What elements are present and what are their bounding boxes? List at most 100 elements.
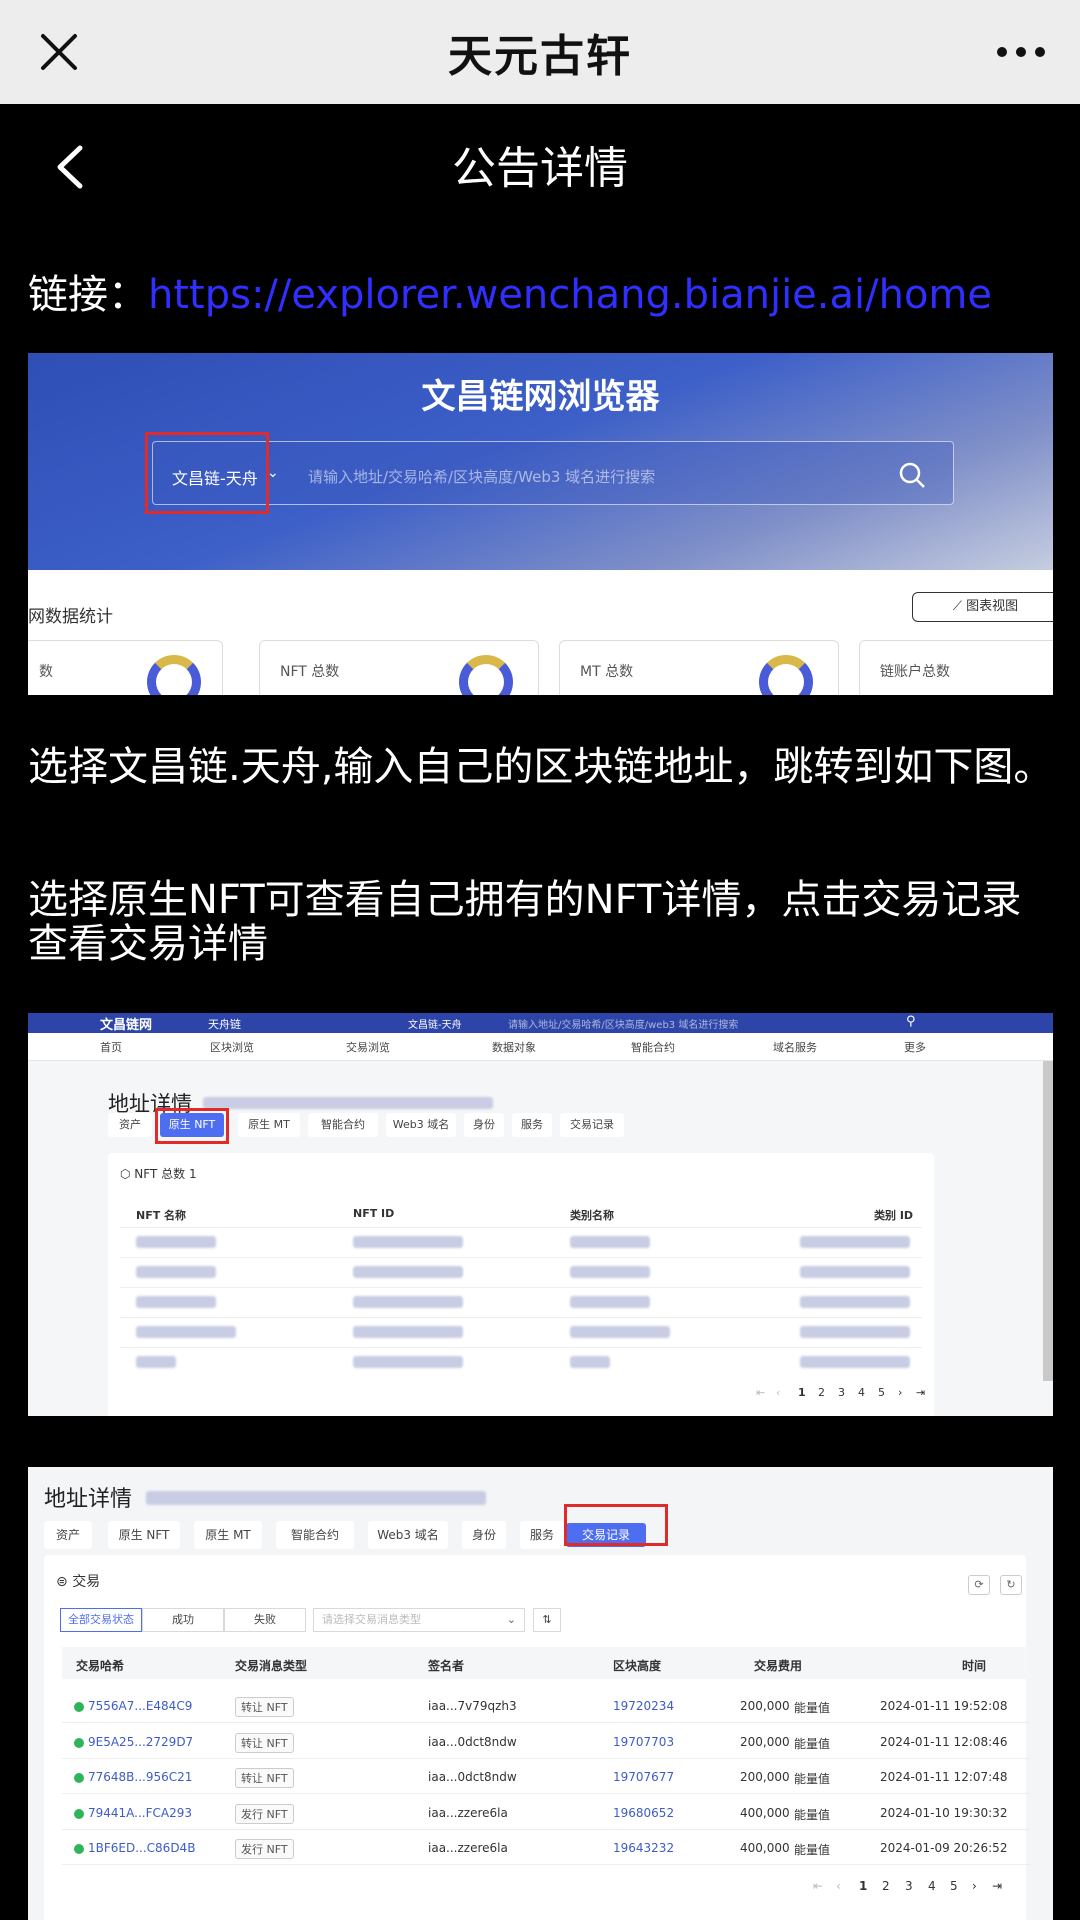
table-row[interactable]: 7556A7...E484C9 转让 NFT iaa...7v79qzh3 19720… (62, 1689, 1030, 1723)
filter-failed[interactable]: 失败 (224, 1608, 306, 1632)
pager-next-icon[interactable]: › (972, 1879, 977, 1893)
filter-settings-icon[interactable]: ⇅ (533, 1608, 561, 1632)
pager-first-icon[interactable]: ⇤ (756, 1386, 765, 1399)
success-icon (74, 1737, 84, 1748)
tab-identity[interactable]: 身份 (462, 1521, 506, 1549)
pager-last-icon[interactable]: ⇥ (992, 1879, 1002, 1893)
stat-card: NFT 总数 (259, 640, 539, 695)
tx-signer[interactable]: iaa...zzere6la (428, 1841, 508, 1855)
tab-web3-domain[interactable]: Web3 域名 (386, 1113, 456, 1137)
tab-service[interactable]: 服务 (520, 1521, 564, 1549)
pager-page[interactable]: 4 (858, 1386, 865, 1399)
tx-hash[interactable]: 1BF6ED...C86D4B (74, 1841, 195, 1855)
tx-type: 发行 NFT (235, 1804, 294, 1824)
pager-page[interactable]: 5 (878, 1386, 885, 1399)
tx-type-badge: 转让 NFT (235, 1697, 294, 1717)
search-icon[interactable]: ⚲ (906, 1014, 916, 1029)
more-icon[interactable] (996, 27, 1046, 77)
tx-hash[interactable]: 7556A7...E484C9 (74, 1699, 192, 1713)
nav-item[interactable]: 区块浏览 (210, 1039, 254, 1055)
tab-identity[interactable]: 身份 (464, 1113, 504, 1137)
nav-item[interactable]: 更多 (904, 1039, 926, 1055)
search-icon[interactable] (898, 461, 926, 489)
refresh-icon[interactable]: ↻ (1000, 1575, 1022, 1595)
tab-tx-records[interactable]: 交易记录 (560, 1113, 624, 1137)
filter-success[interactable]: 成功 (142, 1608, 224, 1632)
pager-page[interactable]: 4 (928, 1879, 936, 1893)
table-row[interactable]: 1BF6ED...C86D4B 发行 NFT iaa...zzere6la 19643… (62, 1831, 1030, 1865)
nft-panel: ⬡ NFT 总数 1 NFT 名称 NFT ID 类别名称 类别 ID ⇤ ‹ … (108, 1153, 934, 1416)
pager-page[interactable]: 2 (818, 1386, 825, 1399)
tx-height[interactable]: 19707677 (613, 1770, 674, 1784)
pager-page[interactable]: 5 (950, 1879, 958, 1893)
nav-item[interactable]: 数据对象 (492, 1039, 536, 1055)
tx-type-select[interactable]: 请选择交易消息类型 ⌄ (313, 1608, 525, 1632)
pager-page[interactable]: 2 (882, 1879, 890, 1893)
tx-fee: 200,000 (740, 1735, 790, 1749)
scrollbar[interactable] (1043, 1061, 1053, 1381)
nav-item[interactable]: 首页 (100, 1039, 122, 1055)
search-placeholder: 请输入地址/交易哈希/区块高度/web3 域名进行搜索 (508, 1020, 739, 1031)
tab-native-mt[interactable]: 原生 MT (194, 1521, 262, 1549)
chart-view-button[interactable]: ⟋ 图表视图 (912, 592, 1053, 622)
table-row[interactable] (108, 1227, 934, 1257)
success-icon (74, 1808, 84, 1819)
tx-hash[interactable]: 9E5A25...2729D7 (74, 1735, 193, 1749)
tx-height[interactable]: 19643232 (613, 1841, 674, 1855)
highlight-box (155, 1108, 229, 1144)
tx-hash[interactable]: 79441A...FCA293 (74, 1806, 192, 1820)
pager-page[interactable]: 1 (798, 1386, 806, 1399)
tx-hash-text[interactable]: 1BF6ED...C86D4B (88, 1841, 195, 1855)
tx-signer[interactable]: iaa...zzere6la (428, 1806, 508, 1820)
table-row[interactable] (108, 1257, 934, 1287)
table-row[interactable] (108, 1347, 934, 1377)
pager-page[interactable]: 3 (838, 1386, 845, 1399)
tab-contracts[interactable]: 智能合约 (276, 1521, 354, 1549)
tx-hash-text[interactable]: 79441A...FCA293 (88, 1806, 192, 1820)
tx-signer[interactable]: iaa...0dct8ndw (428, 1735, 517, 1749)
tx-height[interactable]: 19720234 (613, 1699, 674, 1713)
pager-prev-icon[interactable]: ‹ (836, 1879, 841, 1893)
tab-contracts[interactable]: 智能合约 (308, 1113, 378, 1137)
filter-all[interactable]: 全部交易状态 (60, 1608, 142, 1632)
table-row[interactable]: 77648B...956C21 转让 NFT iaa...0dct8ndw 19707… (62, 1760, 1030, 1794)
instruction-paragraph-2: 选择原生NFT可查看自己拥有的NFT详情，点击交易记录查看交易详情 (28, 877, 1022, 967)
table-row[interactable] (108, 1317, 934, 1347)
table-row[interactable]: 9E5A25...2729D7 转让 NFT iaa...0dct8ndw 19707… (62, 1725, 1030, 1759)
tab-assets[interactable]: 资产 (108, 1113, 152, 1137)
tx-hash-text[interactable]: 77648B...956C21 (88, 1770, 192, 1784)
tx-hash-text[interactable]: 7556A7...E484C9 (88, 1699, 192, 1713)
nav-item[interactable]: 域名服务 (773, 1039, 817, 1055)
pager-first-icon[interactable]: ⇤ (813, 1879, 823, 1893)
explorer-link[interactable]: https://explorer.wenchang.bianjie.ai/hom… (148, 272, 992, 318)
tab-native-nft[interactable]: 原生 NFT (108, 1521, 180, 1549)
tx-fee-unit: 能量值 (794, 1701, 831, 1715)
back-icon[interactable] (50, 142, 90, 192)
pager-page[interactable]: 3 (905, 1879, 913, 1893)
tx-hash[interactable]: 77648B...956C21 (74, 1770, 192, 1784)
tx-panel-header: ⊜ 交易 (56, 1571, 100, 1591)
tx-height[interactable]: 19707703 (613, 1735, 674, 1749)
table-row[interactable]: 79441A...FCA293 发行 NFT iaa...zzere6la 19680… (62, 1796, 1030, 1830)
tab-service[interactable]: 服务 (512, 1113, 552, 1137)
tx-height[interactable]: 19680652 (613, 1806, 674, 1820)
tx-hash-text[interactable]: 9E5A25...2729D7 (88, 1735, 193, 1749)
pager-page[interactable]: 1 (859, 1879, 867, 1893)
table-row[interactable] (108, 1287, 934, 1317)
sync-icon[interactable]: ⟳ (968, 1575, 990, 1595)
nav-item[interactable]: 智能合约 (631, 1039, 675, 1055)
link-label: 链接： (28, 272, 148, 318)
tab-assets[interactable]: 资产 (44, 1521, 92, 1549)
chain-select[interactable]: 文昌链-天舟 (408, 1016, 462, 1031)
tx-signer[interactable]: iaa...0dct8ndw (428, 1770, 517, 1784)
nft-total-label: NFT 总数 (134, 1167, 186, 1181)
close-icon[interactable] (34, 27, 84, 77)
tab-web3-domain[interactable]: Web3 域名 (368, 1521, 448, 1549)
pager-next-icon[interactable]: › (898, 1386, 902, 1399)
pager-prev-icon[interactable]: ‹ (776, 1386, 780, 1399)
chart-view-label: 图表视图 (966, 599, 1019, 614)
tx-signer[interactable]: iaa...7v79qzh3 (428, 1699, 517, 1713)
tab-native-mt[interactable]: 原生 MT (238, 1113, 300, 1137)
nav-item[interactable]: 交易浏览 (346, 1039, 390, 1055)
pager-last-icon[interactable]: ⇥ (916, 1386, 925, 1399)
